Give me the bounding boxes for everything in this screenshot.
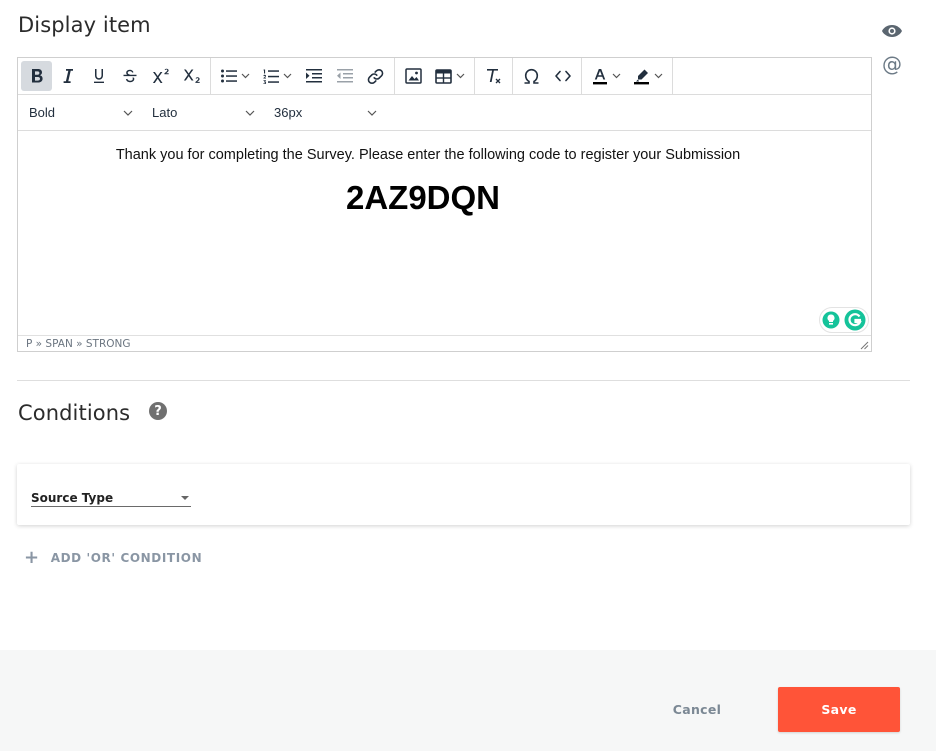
chevron-down-icon xyxy=(367,110,377,116)
eye-icon[interactable] xyxy=(881,20,903,42)
superscript-icon[interactable] xyxy=(145,61,176,91)
strikethrough-icon[interactable] xyxy=(114,61,145,91)
bullet-list-icon[interactable] xyxy=(214,61,256,91)
font-family-select[interactable]: Lato xyxy=(141,95,263,130)
add-or-condition-button[interactable]: + ADD 'OR' CONDITION xyxy=(24,547,203,568)
font-family-value: Lato xyxy=(152,105,178,120)
resize-handle-icon[interactable] xyxy=(860,341,869,350)
font-size-value: 36px xyxy=(274,105,303,120)
italic-icon[interactable] xyxy=(52,61,83,91)
font-size-select[interactable]: 36px xyxy=(263,95,385,130)
rich-text-editor: Bold Lato 36px Thank you for completing … xyxy=(17,57,872,352)
clear-format-icon[interactable] xyxy=(478,61,509,91)
add-or-condition-label: ADD 'OR' CONDITION xyxy=(50,551,203,565)
save-button[interactable]: Save xyxy=(778,687,900,732)
highlight-color-icon[interactable] xyxy=(627,61,669,91)
toolbar-group-lists xyxy=(211,58,395,94)
element-path: P » SPAN » STRONG xyxy=(26,337,131,350)
lightbulb-icon[interactable] xyxy=(822,311,840,329)
toolbar-group-clear xyxy=(475,58,513,94)
submission-code: 2AZ9DQN xyxy=(345,179,501,216)
special-char-icon[interactable] xyxy=(516,61,547,91)
grammarly-icon[interactable] xyxy=(844,309,866,331)
editor-body-text: Thank you for completing the Survey. Ple… xyxy=(115,147,741,163)
format-select-value: Bold xyxy=(29,105,56,120)
display-item-title: Display item xyxy=(18,13,151,37)
chevron-down-icon xyxy=(245,110,255,116)
at-icon[interactable]: @ xyxy=(881,52,903,76)
toolbar-group-special xyxy=(513,58,582,94)
help-icon[interactable]: ? xyxy=(149,402,167,420)
source-type-label: Source Type xyxy=(31,490,114,505)
indent-icon[interactable] xyxy=(298,61,329,91)
underline-icon[interactable] xyxy=(83,61,114,91)
toolbar-group-formatting xyxy=(18,58,211,94)
editor-statusbar: P » SPAN » STRONG xyxy=(18,335,871,351)
source-code-icon[interactable] xyxy=(547,61,578,91)
font-toolbar: Bold Lato 36px xyxy=(18,95,871,131)
link-icon[interactable] xyxy=(360,61,391,91)
text-color-icon[interactable] xyxy=(585,61,627,91)
conditions-title: Conditions xyxy=(18,401,131,425)
table-icon[interactable] xyxy=(429,61,471,91)
subscript-icon[interactable] xyxy=(176,61,207,91)
grammarly-widget[interactable] xyxy=(819,307,869,333)
editor-content[interactable]: Thank you for completing the Survey. Ple… xyxy=(18,131,871,335)
editor-toolbar xyxy=(18,58,871,95)
toolbar-group-colors xyxy=(582,58,673,94)
chevron-down-icon xyxy=(123,110,133,116)
numbered-list-icon[interactable] xyxy=(256,61,298,91)
source-type-select[interactable]: Source Type xyxy=(31,489,191,507)
image-icon[interactable] xyxy=(398,61,429,91)
plus-icon: + xyxy=(24,547,40,568)
outdent-icon[interactable] xyxy=(329,61,360,91)
toolbar-group-insert xyxy=(395,58,475,94)
format-select[interactable]: Bold xyxy=(18,95,141,130)
caret-down-icon xyxy=(181,495,189,500)
section-divider xyxy=(17,380,910,381)
bold-icon[interactable] xyxy=(21,61,52,91)
condition-card: Source Type xyxy=(17,464,910,525)
cancel-button[interactable]: Cancel xyxy=(652,688,742,730)
footer-bar: Cancel Save xyxy=(0,650,936,751)
